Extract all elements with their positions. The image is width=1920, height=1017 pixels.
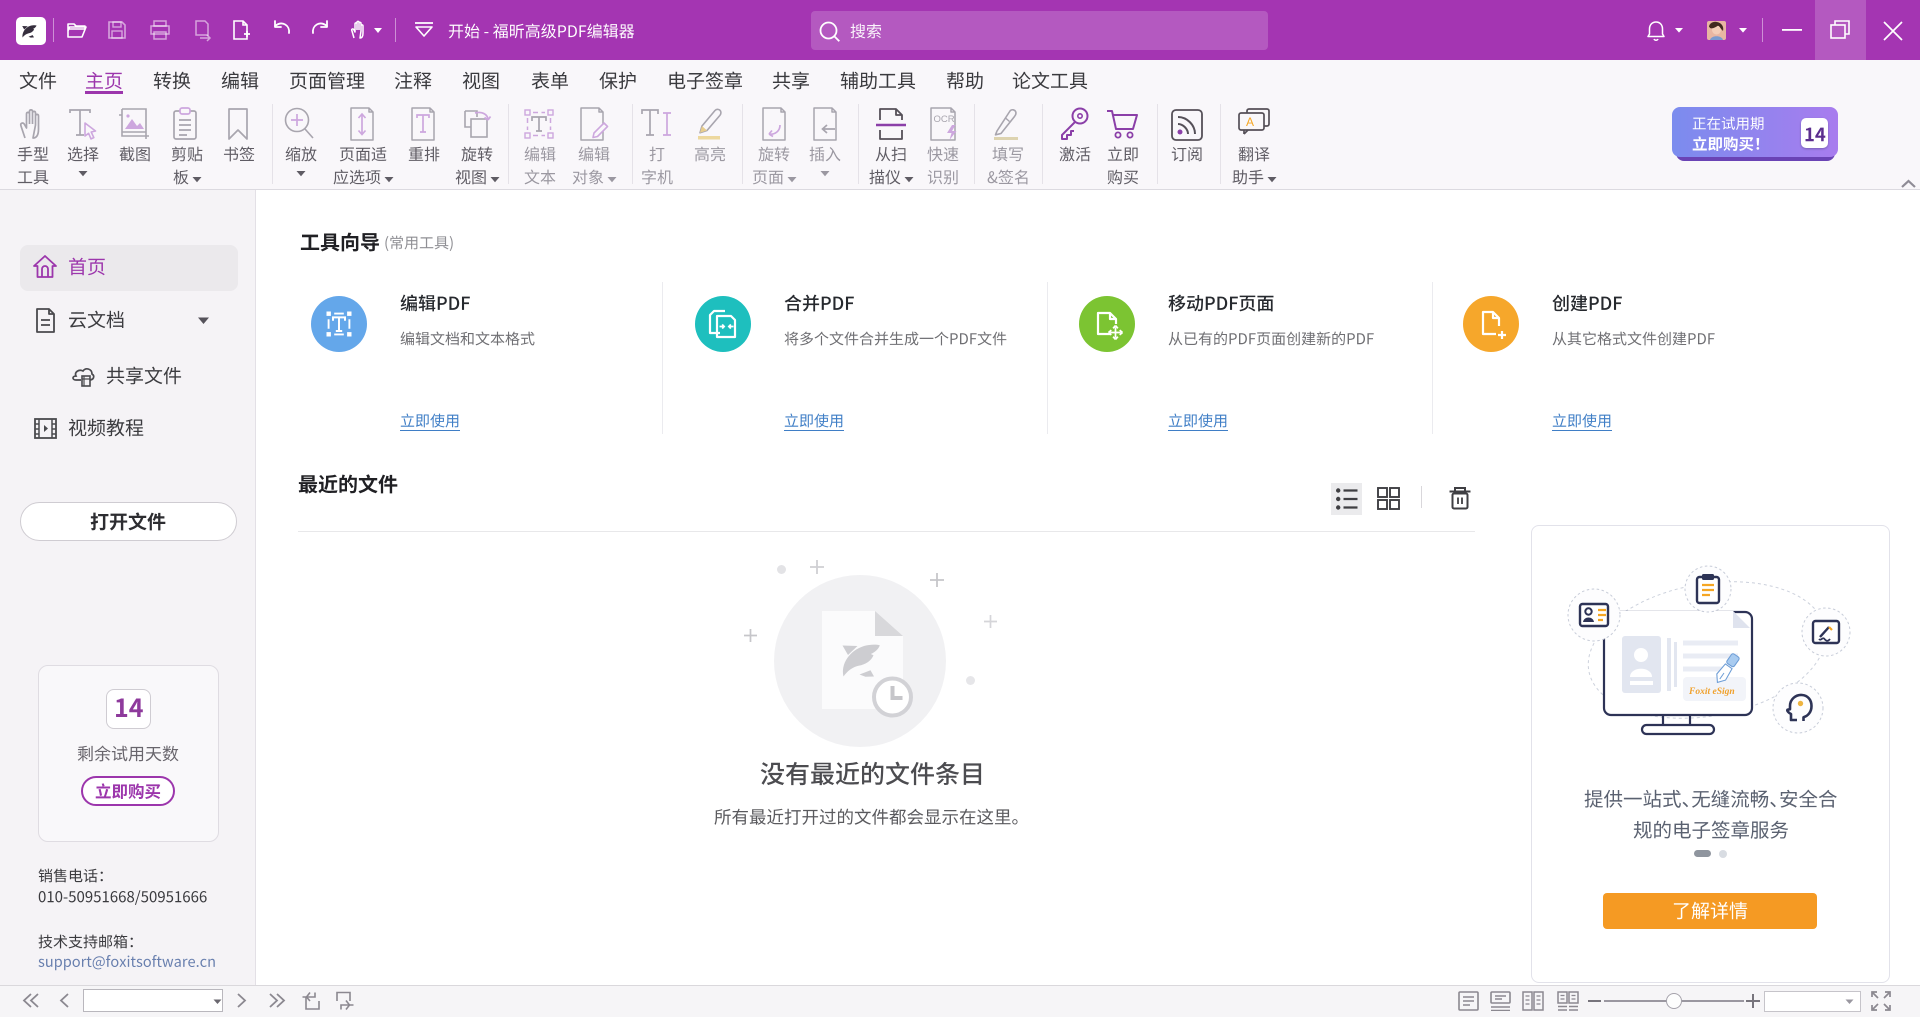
svg-text:A: A bbox=[1246, 115, 1254, 129]
svg-text:Foxit eSign: Foxit eSign bbox=[1688, 687, 1735, 697]
svg-text:OCR: OCR bbox=[934, 114, 955, 125]
